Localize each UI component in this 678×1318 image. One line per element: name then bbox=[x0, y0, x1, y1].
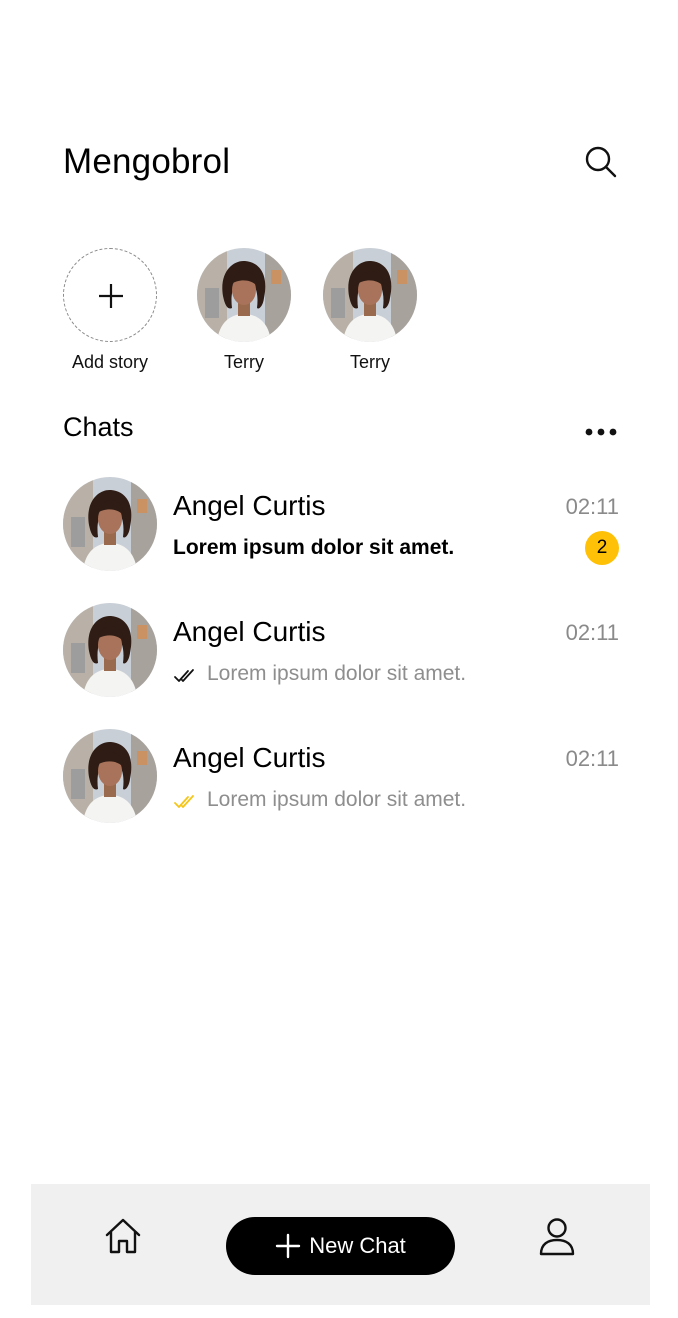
chat-preview-text: Lorem ipsum dolor sit amet. bbox=[207, 788, 467, 811]
chat-timestamp: 02:11 bbox=[565, 746, 619, 771]
add-story-button[interactable]: Add story bbox=[55, 248, 165, 373]
chat-list-item[interactable]: Angel Curtis 02:11 Lorem ipsum dolor sit… bbox=[63, 729, 619, 855]
plus-icon bbox=[276, 1233, 301, 1259]
chat-preview: Lorem ipsum dolor sit amet. bbox=[173, 536, 454, 560]
chat-preview-text: Lorem ipsum dolor sit amet. bbox=[207, 662, 467, 685]
profile-icon[interactable] bbox=[538, 1217, 576, 1257]
chat-timestamp: 02:11 bbox=[565, 620, 619, 645]
bottom-navigation: New Chat bbox=[31, 1184, 650, 1305]
avatar bbox=[63, 477, 157, 571]
chats-section-header: Chats bbox=[63, 410, 619, 450]
story-name: Terry bbox=[350, 352, 390, 372]
chat-contact-name: Angel Curtis bbox=[173, 616, 326, 647]
story-avatar[interactable] bbox=[323, 248, 417, 342]
app-header: Mengobrol bbox=[63, 138, 619, 188]
story-item[interactable]: Terry bbox=[189, 248, 299, 373]
avatar bbox=[63, 603, 157, 697]
chat-preview-text: Lorem ipsum dolor sit amet. bbox=[173, 536, 455, 559]
chat-contact-name: Angel Curtis bbox=[173, 742, 326, 773]
stories-row: Add story Terry Terry bbox=[63, 248, 619, 378]
chat-list-item[interactable]: Angel Curtis 02:11 Lorem ipsum dolor sit… bbox=[63, 603, 619, 729]
chat-contact-name: Angel Curtis bbox=[173, 490, 326, 521]
plus-icon bbox=[99, 284, 123, 308]
double-check-icon bbox=[173, 666, 199, 682]
chat-preview: Lorem ipsum dolor sit amet. bbox=[173, 662, 466, 686]
chat-timestamp: 02:11 bbox=[565, 494, 619, 519]
chat-list-item[interactable]: Angel Curtis 02:11 Lorem ipsum dolor sit… bbox=[63, 477, 619, 603]
add-story-ring[interactable] bbox=[63, 248, 157, 342]
chats-title: Chats bbox=[63, 412, 134, 442]
chat-list: Angel Curtis 02:11 Lorem ipsum dolor sit… bbox=[63, 477, 619, 855]
story-item[interactable]: Terry bbox=[315, 248, 425, 373]
app-title: Mengobrol bbox=[63, 142, 231, 181]
add-story-label: Add story bbox=[71, 352, 149, 372]
chat-home-screen: Mengobrol Add story Terry Terry Chats An… bbox=[0, 0, 678, 1318]
chat-preview: Lorem ipsum dolor sit amet. bbox=[173, 788, 466, 812]
avatar bbox=[63, 729, 157, 823]
more-horizontal-icon[interactable] bbox=[585, 424, 617, 436]
story-name: Terry bbox=[224, 352, 264, 372]
double-check-read-icon bbox=[173, 792, 199, 808]
story-avatar[interactable] bbox=[197, 248, 291, 342]
new-chat-label: New Chat bbox=[309, 1233, 406, 1258]
new-chat-button[interactable]: New Chat bbox=[226, 1217, 455, 1275]
home-icon[interactable] bbox=[103, 1216, 143, 1256]
unread-count-badge: 2 bbox=[585, 531, 619, 565]
search-icon[interactable] bbox=[583, 144, 619, 180]
